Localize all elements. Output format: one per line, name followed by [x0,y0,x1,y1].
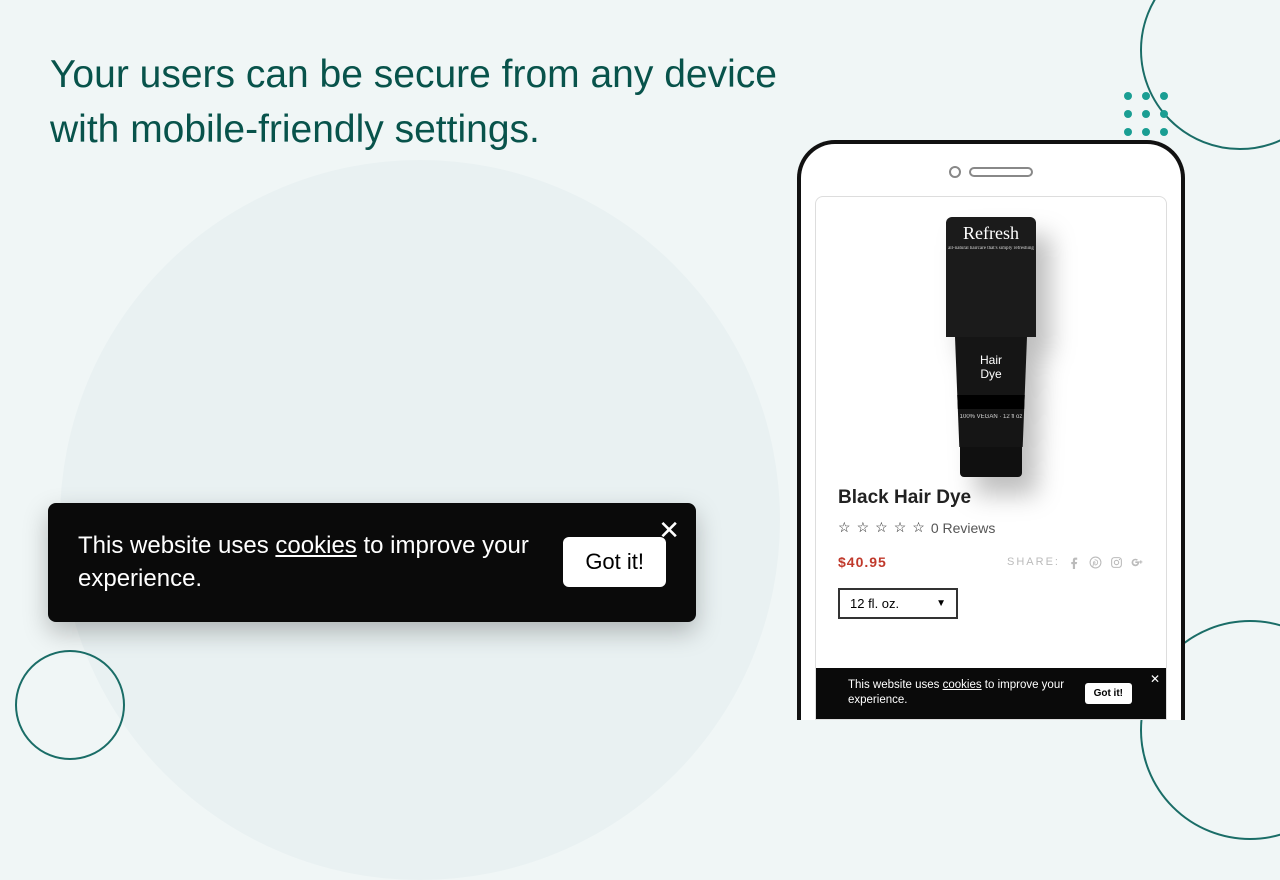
star-icon: ☆ [875,519,888,536]
star-icon: ☆ [857,519,870,536]
google-plus-icon[interactable] [1131,556,1144,569]
size-select[interactable]: 12 fl. oz. ▼ [838,588,958,619]
chevron-down-icon: ▼ [936,598,946,609]
star-icon: ☆ [838,519,851,536]
star-icon: ☆ [912,519,925,536]
product-title: Black Hair Dye [838,487,1144,509]
product-area: Refresh all-natural haircare that's simp… [816,197,1166,619]
product-reviews[interactable]: ☆ ☆ ☆ ☆ ☆ 0 Reviews [838,519,1144,536]
accept-cookies-button[interactable]: Got it! [563,537,666,587]
product-sublabel: 100% VEGAN · 12 fl oz [955,414,1027,421]
product-label-line2: Dye [955,367,1027,381]
product-tagline: all-natural haircare that's simply refre… [946,246,1036,251]
instagram-icon[interactable] [1110,556,1123,569]
headline-line1: Your users can be secure from any device [50,48,777,103]
cookie-message: This website uses cookies to improve you… [78,529,543,596]
close-icon-mobile[interactable]: ✕ [1150,672,1160,686]
accept-cookies-button-mobile[interactable]: Got it! [1085,683,1132,704]
product-brand: Refresh [946,223,1036,244]
phone-mockup: Refresh all-natural haircare that's simp… [797,140,1185,720]
product-price: $40.95 [838,554,887,570]
facebook-icon[interactable] [1068,556,1081,569]
share-label: SHARE: [1007,556,1060,568]
pinterest-icon[interactable] [1089,556,1102,569]
cookie-banner-desktop: This website uses cookies to improve you… [48,503,696,622]
phone-screen: Refresh all-natural haircare that's simp… [815,196,1167,720]
product-image: Refresh all-natural haircare that's simp… [838,209,1144,479]
cookies-link-mobile[interactable]: cookies [943,679,982,691]
product-tube: Refresh all-natural haircare that's simp… [946,217,1036,477]
cookies-link[interactable]: cookies [275,532,356,559]
size-selected-value: 12 fl. oz. [850,596,899,611]
product-label-line1: Hair [955,353,1027,367]
cookie-text-prefix-mobile: This website uses [848,679,943,691]
star-icon: ☆ [894,519,907,536]
cookie-banner-mobile: This website uses cookies to improve you… [816,668,1166,719]
dot-grid-icon [1124,92,1168,136]
headline-line2: with mobile-friendly settings. [50,103,777,158]
cookie-message-mobile: This website uses cookies to improve you… [848,678,1073,709]
cookie-text-prefix: This website uses [78,532,275,559]
reviews-count: 0 Reviews [931,520,996,536]
decorative-ring-bottom-left [15,650,125,760]
marketing-headline: Your users can be secure from any device… [50,48,777,157]
close-icon[interactable]: ✕ [658,515,680,546]
phone-camera-icon [949,166,961,178]
phone-speaker-bar [949,166,1033,178]
phone-speaker-icon [969,167,1033,177]
share-row: SHARE: [1007,556,1144,569]
